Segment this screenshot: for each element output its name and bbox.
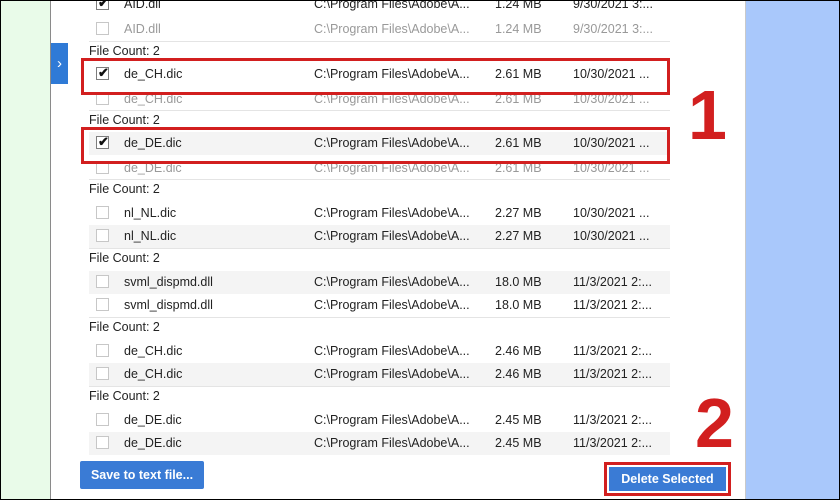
group-separator [89,317,670,318]
file-size: 2.27 MB [495,206,542,220]
checkbox-unchecked[interactable] [96,229,109,242]
file-date: 11/3/2021 2:... [573,275,652,289]
delete-selected-button[interactable]: Delete Selected [609,467,726,491]
checkbox-unchecked[interactable] [96,344,109,357]
file-date: 11/3/2021 2:... [573,298,652,312]
file-name: nl_NL.dic [124,229,177,243]
file-path: C:\Program Files\Adobe\A... [314,436,470,450]
file-name: de_DE.dic [124,436,182,450]
file-row[interactable]: de_DE.dic C:\Program Files\Adobe\A... 2.45… [89,409,670,432]
file-path: C:\Program Files\Adobe\A... [314,413,470,427]
file-date: 9/30/2021 3:... [573,0,653,11]
file-date: 10/30/2021 ... [573,206,650,220]
file-size: 2.46 MB [495,367,542,381]
checkbox-unchecked[interactable] [96,22,109,35]
checkbox-unchecked[interactable] [96,298,109,311]
file-size: 18.0 MB [495,275,542,289]
file-path: C:\Program Files\Adobe\A... [314,344,470,358]
file-path: C:\Program Files\Adobe\A... [314,275,470,289]
file-row[interactable]: de_CH.dic C:\Program Files\Adobe\A... 2.46… [89,363,670,386]
file-date: 11/3/2021 2:... [573,367,652,381]
group-separator [89,386,670,387]
file-name: AID.dll [124,0,161,11]
file-date: 9/30/2021 3:... [573,22,653,36]
left-background-strip [0,0,50,500]
file-size: 1.24 MB [495,22,542,36]
file-path: C:\Program Files\Adobe\A... [314,206,470,220]
checkbox-checked[interactable]: ✔ [96,0,109,10]
file-path: C:\Program Files\Adobe\A... [314,229,470,243]
checkbox-unchecked[interactable] [96,436,109,449]
delete-selected-highlight: Delete Selected [604,462,731,496]
file-size: 2.45 MB [495,413,542,427]
file-row[interactable]: nl_NL.dic C:\Program Files\Adobe\A... 2.27… [89,202,670,225]
file-name: de_CH.dic [124,367,183,381]
file-size: 1.24 MB [495,0,542,11]
annotation-step-2: 2 [695,384,734,462]
group-separator [89,41,670,42]
file-size: 2.45 MB [495,436,542,450]
file-path: C:\Program Files\Adobe\A... [314,298,470,312]
file-row[interactable]: de_CH.dic C:\Program Files\Adobe\A... 2.46… [89,340,670,363]
file-name: nl_NL.dic [124,206,177,220]
file-name: de_DE.dic [124,413,182,427]
file-name: de_CH.dic [124,344,183,358]
sidebar-expand-button[interactable]: › [51,43,68,84]
highlight-box-step-1a [81,58,670,95]
save-to-text-file-button[interactable]: Save to text file... [80,461,204,489]
file-row[interactable]: ✔ AID.dll C:\Program Files\Adobe\A... 1.24 … [89,0,670,16]
file-size: 2.27 MB [495,229,542,243]
file-row[interactable]: svml_dispmd.dll C:\Program Files\Adobe\A.… [89,294,670,317]
chevron-right-icon: › [57,55,62,72]
file-path: C:\Program Files\Adobe\A... [314,22,470,36]
file-date: 11/3/2021 2:... [573,436,652,450]
annotation-step-1: 1 [688,76,727,154]
group-separator [89,248,670,249]
file-date: 10/30/2021 ... [573,229,650,243]
file-row[interactable]: AID.dll C:\Program Files\Adobe\A... 1.24 M… [89,18,670,41]
right-background-strip [746,0,840,500]
file-row[interactable]: nl_NL.dic C:\Program Files\Adobe\A... 2.27… [89,225,670,248]
checkbox-unchecked[interactable] [96,413,109,426]
file-size: 2.46 MB [495,344,542,358]
file-count-label: File Count: 2 [89,389,160,403]
file-name: AID.dll [124,22,161,36]
file-name: svml_dispmd.dll [124,275,213,289]
file-name: svml_dispmd.dll [124,298,213,312]
file-count-label: File Count: 2 [89,182,160,196]
file-count-label: File Count: 2 [89,320,160,334]
checkbox-unchecked[interactable] [96,367,109,380]
checkmark-icon: ✔ [98,0,109,10]
checkbox-unchecked[interactable] [96,206,109,219]
file-date: 11/3/2021 2:... [573,344,652,358]
file-path: C:\Program Files\Adobe\A... [314,0,470,11]
file-size: 18.0 MB [495,298,542,312]
file-row[interactable]: de_DE.dic C:\Program Files\Adobe\A... 2.45… [89,432,670,455]
highlight-box-step-1b [81,127,670,164]
file-path: C:\Program Files\Adobe\A... [314,367,470,381]
file-row[interactable]: svml_dispmd.dll C:\Program Files\Adobe\A.… [89,271,670,294]
file-count-label: File Count: 2 [89,251,160,265]
checkbox-unchecked[interactable] [96,275,109,288]
file-date: 11/3/2021 2:... [573,413,652,427]
